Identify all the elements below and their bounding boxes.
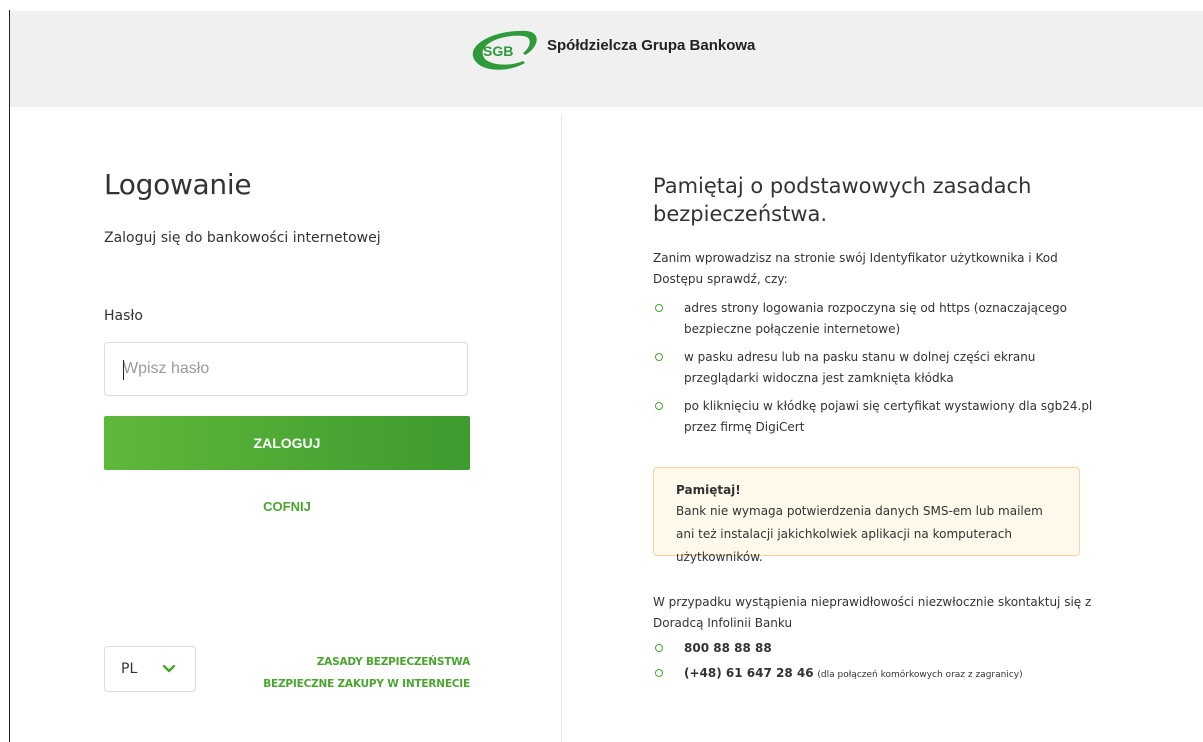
phone-note: (dla połączeń komórkowych oraz z zagrani…	[817, 670, 1023, 680]
phone-list: 800 88 88 88 (+48) 61 647 28 46 (dla poł…	[655, 638, 1023, 690]
circle-bullet-icon	[655, 304, 663, 312]
list-item: adres strony logowania rozpoczyna się od…	[655, 298, 1095, 340]
login-button[interactable]: ZALOGUJ	[104, 416, 470, 470]
footer-links: ZASADY BEZPIECZEŃSTWA BEZPIECZNE ZAKUPY …	[263, 651, 470, 695]
security-intro: Zanim wprowadzisz na stronie swój Identy…	[653, 251, 1058, 286]
phone-number: (+48) 61 647 28 46	[684, 666, 814, 680]
column-divider	[561, 115, 562, 742]
list-item-text: w pasku adresu lub na pasku stanu w doln…	[684, 350, 1036, 385]
language-selected: PL	[121, 661, 138, 677]
circle-bullet-icon	[655, 669, 663, 677]
sgb-logo-icon: SGB	[472, 30, 537, 70]
circle-bullet-icon	[655, 402, 663, 410]
circle-bullet-icon	[655, 644, 663, 652]
window-left-border	[9, 10, 10, 742]
header: SGB Spółdzielcza Grupa Bankowa	[10, 11, 1203, 107]
text-caret	[123, 360, 124, 380]
warning-notice: Pamiętaj! Bank nie wymaga potwierdzenia …	[653, 467, 1080, 564]
password-input[interactable]	[104, 342, 468, 396]
contact-text: W przypadku wystąpienia nieprawidłowości…	[653, 595, 1092, 630]
back-button[interactable]: COFNIJ	[104, 494, 470, 518]
brand-name: Spółdzielcza Grupa Bankowa	[547, 36, 756, 54]
chevron-down-icon	[163, 661, 179, 677]
page-title: Logowanie	[104, 168, 252, 201]
sgb-logo[interactable]: SGB Spółdzielcza Grupa Bankowa	[467, 25, 755, 75]
login-subtitle: Zaloguj się do bankowości internetowej	[104, 230, 381, 246]
list-item-text: adres strony logowania rozpoczyna się od…	[684, 301, 1067, 336]
safe-shopping-link[interactable]: BEZPIECZNE ZAKUPY W INTERNECIE	[263, 673, 470, 695]
security-title: Pamiętaj o podstawowych zasadach bezpiec…	[653, 174, 1032, 226]
phone-number: 800 88 88 88	[684, 641, 772, 655]
list-item-text: po kliknięciu w kłódkę pojawi się certyf…	[684, 399, 1093, 434]
password-label: Hasło	[104, 308, 143, 324]
logo-text: SGB	[483, 43, 513, 59]
notice-title: Pamiętaj!	[676, 483, 741, 497]
circle-bullet-icon	[655, 353, 663, 361]
language-select[interactable]: PL	[104, 646, 196, 692]
security-checklist: adres strony logowania rozpoczyna się od…	[655, 298, 1095, 445]
notice-text: Bank nie wymaga potwierdzenia danych SMS…	[676, 504, 1043, 564]
list-item: 800 88 88 88	[655, 638, 1023, 659]
security-rules-link[interactable]: ZASADY BEZPIECZEŃSTWA	[263, 651, 470, 673]
list-item: w pasku adresu lub na pasku stanu w doln…	[655, 347, 1095, 389]
list-item: (+48) 61 647 28 46 (dla połączeń komórko…	[655, 663, 1023, 686]
list-item: po kliknięciu w kłódkę pojawi się certyf…	[655, 396, 1095, 438]
